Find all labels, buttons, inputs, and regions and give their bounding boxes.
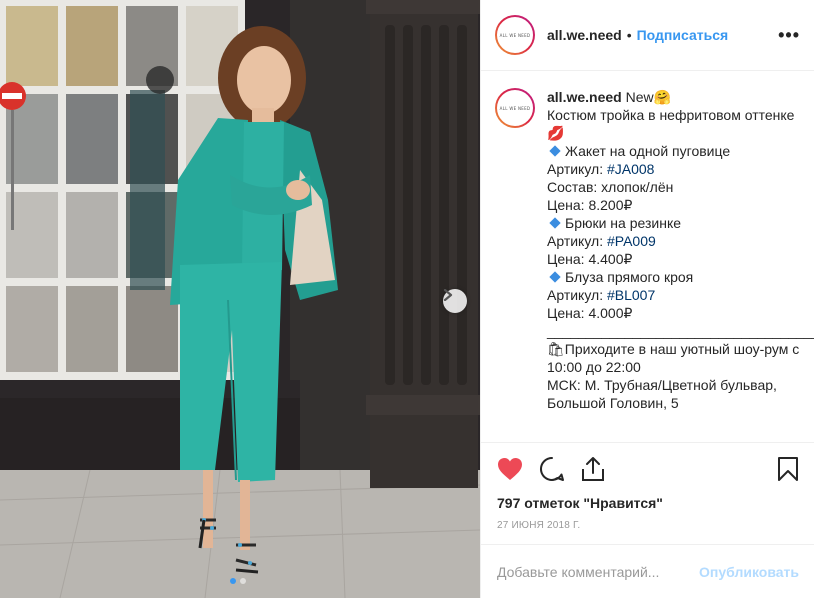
caption-line-text: Состав: хлопок/лён: [547, 179, 674, 195]
comment-input[interactable]: [497, 563, 700, 580]
caption-line-text: Блуза прямого кроя: [565, 269, 694, 285]
caption-line-text: ______________________________________: [547, 323, 814, 339]
caption-line: Состав: хлопок/лён: [547, 178, 803, 196]
share-icon[interactable]: [581, 456, 605, 482]
hashtag-link[interactable]: #BL007: [607, 287, 655, 303]
caption-line: Брюки на резинке: [547, 214, 803, 232]
blue-diamond-icon: [549, 145, 561, 157]
avatar-logo-text: ALL WE NEED: [497, 17, 533, 53]
caption-line-text: МСК: М. Трубная/Цветной бульвар, Большой…: [547, 377, 777, 411]
caption-username[interactable]: all.we.need: [547, 89, 622, 105]
post-actions: 797 отметок "Нравится" 27 ИЮНЯ 2018 Г.: [481, 442, 814, 544]
caption-line-text: Цена: 8.200₽: [547, 197, 633, 213]
caption-text: all.we.need New🤗 Костюм тройка в нефритов…: [547, 88, 814, 412]
post-details-panel: ALL WE NEED all.we.need • Подписаться ••…: [480, 0, 814, 598]
caption-line: Артикул: #BL007: [547, 286, 803, 304]
photo-illustration: [0, 0, 480, 598]
add-comment-bar: Опубликовать: [481, 544, 814, 598]
caption-line-text: Жакет на одной пуговице: [565, 143, 731, 159]
bookmark-icon[interactable]: [777, 456, 799, 482]
caption-line-text: Цена: 4.000₽: [547, 305, 633, 321]
caption-line: Костюм тройка в нефритовом оттенке💋: [547, 106, 803, 142]
caption-line-prefix: Артикул:: [547, 233, 607, 249]
blue-diamond-icon: [549, 271, 561, 283]
hashtag-link[interactable]: #PA009: [607, 233, 656, 249]
caption-line-text: Костюм тройка в нефритовом оттенке💋: [547, 107, 795, 141]
hashtag-link[interactable]: #JA008: [607, 161, 654, 177]
caption-line: Цена: 4.400₽: [547, 250, 803, 268]
caption-line-text: Брюки на резинке: [565, 215, 682, 231]
caption-line-text: New🤗: [625, 89, 672, 105]
follow-button[interactable]: Подписаться: [637, 27, 729, 43]
caption-line: Блуза прямого кроя: [547, 268, 803, 286]
caption-line: 🛍Приходите в наш уютный шоу-рум с 10:00 …: [547, 340, 803, 376]
caption-line: Жакет на одной пуговице: [547, 142, 803, 160]
caption-line-text: Цена: 4.400₽: [547, 251, 633, 267]
blue-diamond-icon: [549, 217, 561, 229]
header-username[interactable]: all.we.need: [547, 27, 622, 43]
comment-icon[interactable]: [539, 456, 565, 482]
carousel-indicator: [230, 578, 246, 584]
heart-icon[interactable]: [497, 457, 523, 481]
caption-line: Артикул: #PA009: [547, 232, 803, 250]
caption: ALL WE NEED all.we.need New🤗 Костюм тройк…: [495, 88, 814, 412]
caption-line: Цена: 8.200₽: [547, 196, 803, 214]
caption-avatar[interactable]: ALL WE NEED: [495, 88, 535, 128]
caption-line-text: 🛍Приходите в наш уютный шоу-рум с 10:00 …: [547, 341, 800, 375]
caption-line: Артикул: #JA008: [547, 160, 803, 178]
post-photo[interactable]: [0, 0, 480, 598]
more-options-icon[interactable]: •••: [778, 25, 800, 46]
caption-line: ______________________________________: [547, 322, 814, 340]
carousel-dot: [240, 578, 246, 584]
caption-line-prefix: Артикул:: [547, 287, 607, 303]
header-separator: •: [626, 27, 632, 43]
likes-count[interactable]: 797 отметок "Нравится": [497, 495, 799, 511]
caption-line: New🤗: [626, 89, 671, 105]
profile-avatar[interactable]: ALL WE NEED: [495, 15, 535, 55]
caption-line: Цена: 4.000₽: [547, 304, 803, 322]
comments-area[interactable]: ALL WE NEED all.we.need New🤗 Костюм тройк…: [481, 72, 814, 442]
caption-line: МСК: М. Трубная/Цветной бульвар, Большой…: [547, 376, 803, 412]
carousel-dot-active: [230, 578, 236, 584]
post-header: ALL WE NEED all.we.need • Подписаться ••…: [481, 0, 814, 71]
action-icons: [497, 455, 799, 483]
publish-button[interactable]: Опубликовать: [699, 564, 799, 580]
next-slide-button[interactable]: [443, 289, 467, 313]
avatar-logo-text: ALL WE NEED: [497, 90, 533, 126]
post-date: 27 ИЮНЯ 2018 Г.: [497, 520, 581, 531]
caption-line-prefix: Артикул:: [547, 161, 607, 177]
chevron-right-icon: [443, 289, 453, 301]
